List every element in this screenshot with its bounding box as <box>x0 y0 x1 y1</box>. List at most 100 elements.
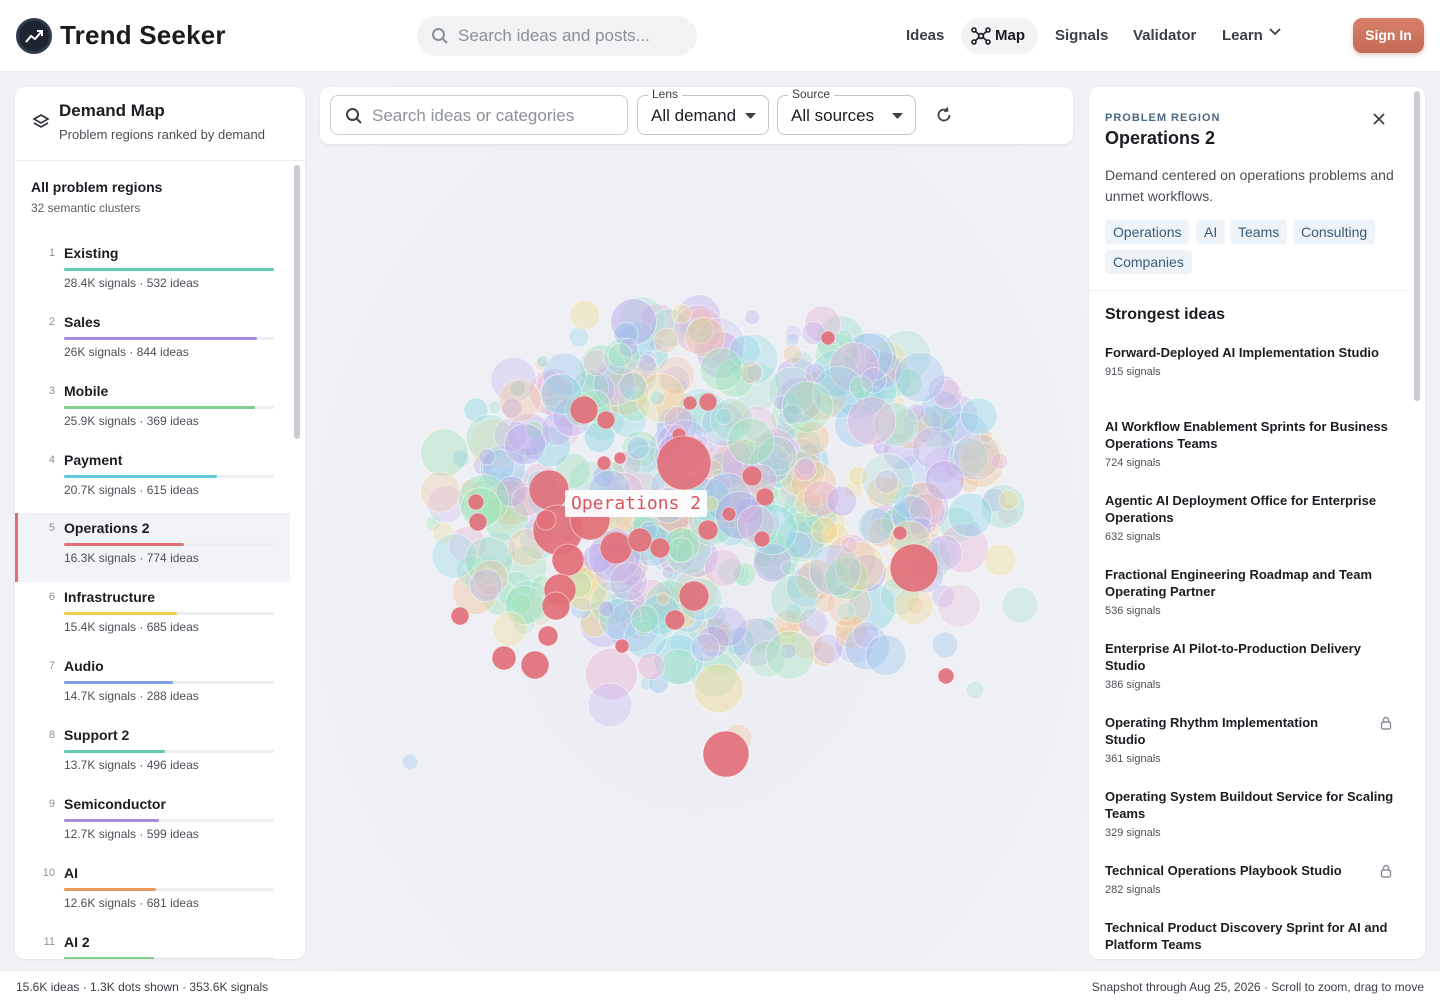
sidebar-scrollbar[interactable] <box>294 165 300 439</box>
region-item[interactable]: 10 AI 12.6K signals · 681 ideas <box>15 858 290 927</box>
status-summary: 15.6K ideas · 1.3K dots shown · 353.6K s… <box>16 980 269 994</box>
map-dot <box>419 471 462 513</box>
region-rank: 11 <box>43 935 55 948</box>
idea-item[interactable]: Enterprise AI Pilot-to-Production Delive… <box>1105 640 1405 691</box>
map-dot <box>924 460 965 501</box>
sign-in-button[interactable]: Sign In <box>1353 18 1424 53</box>
idea-item[interactable]: Technical Product Discovery Sprint for A… <box>1105 919 1405 958</box>
nav-signals[interactable]: Signals <box>1055 18 1108 54</box>
demand-bar-track <box>64 887 274 891</box>
bubble-cluster[interactable] <box>305 72 1088 970</box>
map-search-input[interactable]: Search ideas or categories <box>330 95 628 135</box>
region-rank: 8 <box>48 728 55 741</box>
cluster-count: 32 semantic clusters <box>31 201 141 215</box>
region-item[interactable]: 8 Support 2 13.7K signals · 496 ideas <box>15 720 290 789</box>
region-item[interactable]: 9 Semiconductor 12.7K signals · 599 ideas <box>15 789 290 858</box>
map-dot <box>551 543 585 577</box>
demand-bar-track <box>64 543 274 547</box>
map-dot <box>770 574 820 624</box>
all-regions-heading[interactable]: All problem regions <box>31 179 162 195</box>
idea-title: Agentic AI Deployment Office for Enterpr… <box>1105 493 1377 525</box>
source-select[interactable]: Source All sources <box>777 87 916 135</box>
nav-ideas[interactable]: Ideas <box>906 18 944 54</box>
map-dot <box>637 652 665 680</box>
close-icon[interactable] <box>1372 112 1386 126</box>
map-dot <box>613 451 627 465</box>
map-dot <box>959 397 998 436</box>
detail-scrollbar[interactable] <box>1414 91 1420 401</box>
region-item[interactable]: 7 Audio 14.7K signals · 288 ideas <box>15 651 290 720</box>
map-dot <box>744 309 761 326</box>
region-rank: 4 <box>48 453 55 466</box>
map-dot <box>753 530 771 548</box>
region-item[interactable]: 1 Existing 28.4K signals · 532 ideas <box>15 238 290 307</box>
global-search-placeholder: Search ideas and posts... <box>458 26 650 45</box>
idea-title: Technical Product Discovery Sprint for A… <box>1105 920 1388 952</box>
map-dot <box>671 303 692 324</box>
region-item[interactable]: 3 Mobile 25.9K signals · 369 ideas <box>15 376 290 445</box>
map-dot <box>478 448 496 466</box>
idea-item[interactable]: Operating Rhythm Implementation Studio 36… <box>1105 714 1405 765</box>
map-dot <box>528 469 570 511</box>
demand-bar-fill <box>64 543 184 547</box>
map-dot <box>656 592 670 606</box>
top-navigation-bar: Trend Seeker Search ideas and posts... I… <box>0 0 1440 72</box>
map-dot <box>781 380 834 433</box>
tag-consulting[interactable]: Consulting <box>1293 220 1376 244</box>
map-dot <box>468 512 488 532</box>
region-stats: 14.7K signals · 288 ideas <box>64 689 199 704</box>
demand-bar-fill <box>64 956 155 959</box>
map-dot <box>931 631 959 659</box>
lens-select[interactable]: Lens All demand <box>637 87 769 135</box>
demand-bar-fill <box>64 405 256 409</box>
map-dot <box>690 633 720 663</box>
region-item[interactable]: 2 Sales 26K signals · 844 ideas <box>15 307 290 376</box>
idea-item[interactable]: Operating System Buildout Service for Sc… <box>1105 788 1405 839</box>
region-name: Semiconductor <box>64 795 166 812</box>
idea-signals: 329 signals <box>1105 827 1161 839</box>
map-dot <box>660 648 698 686</box>
nav-map[interactable]: Map <box>961 18 1038 54</box>
map-dot <box>857 507 895 545</box>
map-dot <box>467 493 485 511</box>
demand-bar-fill <box>64 336 258 340</box>
idea-item[interactable]: Forward-Deployed AI Implementation Studi… <box>1105 344 1405 378</box>
sidebar-subtitle: Problem regions ranked by demand <box>59 127 265 142</box>
idea-item[interactable]: Agentic AI Deployment Office for Enterpr… <box>1105 492 1405 543</box>
region-name: Operations 2 <box>64 520 150 537</box>
map-dot <box>678 580 710 612</box>
idea-item[interactable]: AI Workflow Enablement Sprints for Busin… <box>1105 418 1405 469</box>
nav-validator[interactable]: Validator <box>1133 18 1196 54</box>
chevron-down-icon[interactable] <box>1269 28 1281 36</box>
region-stats: 12.7K signals · 599 ideas <box>64 826 199 841</box>
map-dot <box>626 436 650 460</box>
map-dot <box>698 392 718 412</box>
tag-teams[interactable]: Teams <box>1230 220 1288 244</box>
map-dot <box>682 395 698 411</box>
tag-ai[interactable]: AI <box>1196 220 1226 244</box>
idea-item[interactable]: Fractional Engineering Roadmap and Team … <box>1105 566 1405 617</box>
map-dot <box>874 469 899 494</box>
map-search-placeholder: Search ideas or categories <box>372 106 575 125</box>
tag-operations[interactable]: Operations <box>1105 220 1190 244</box>
idea-item[interactable]: Technical Operations Playbook Studio 282 … <box>1105 862 1405 896</box>
demand-map-canvas[interactable] <box>305 72 1088 970</box>
region-name: Payment <box>64 451 123 468</box>
map-dot <box>537 625 559 647</box>
trend-logo-icon[interactable] <box>16 18 52 54</box>
map-dot <box>664 609 686 631</box>
region-item[interactable]: 4 Payment 20.7K signals · 615 ideas <box>15 445 290 514</box>
region-item[interactable]: 11 AI 2 <box>15 927 290 959</box>
region-item[interactable]: 6 Infrastructure 15.4K signals · 685 ideas <box>15 582 290 651</box>
brand-name[interactable]: Trend Seeker <box>60 20 226 51</box>
map-dot <box>569 299 601 331</box>
idea-title: Operating System Buildout Service for Sc… <box>1105 789 1394 821</box>
global-search-input[interactable]: Search ideas and posts... <box>417 16 697 56</box>
nav-learn[interactable]: Learn <box>1222 18 1263 54</box>
tag-companies[interactable]: Companies <box>1105 250 1192 274</box>
demand-bar-fill <box>64 887 157 891</box>
refresh-icon[interactable] <box>934 105 954 125</box>
idea-signals: 282 signals <box>1105 884 1161 896</box>
map-dot <box>656 435 712 491</box>
region-item[interactable]: 5 Operations 2 16.3K signals · 774 ideas <box>15 513 290 583</box>
